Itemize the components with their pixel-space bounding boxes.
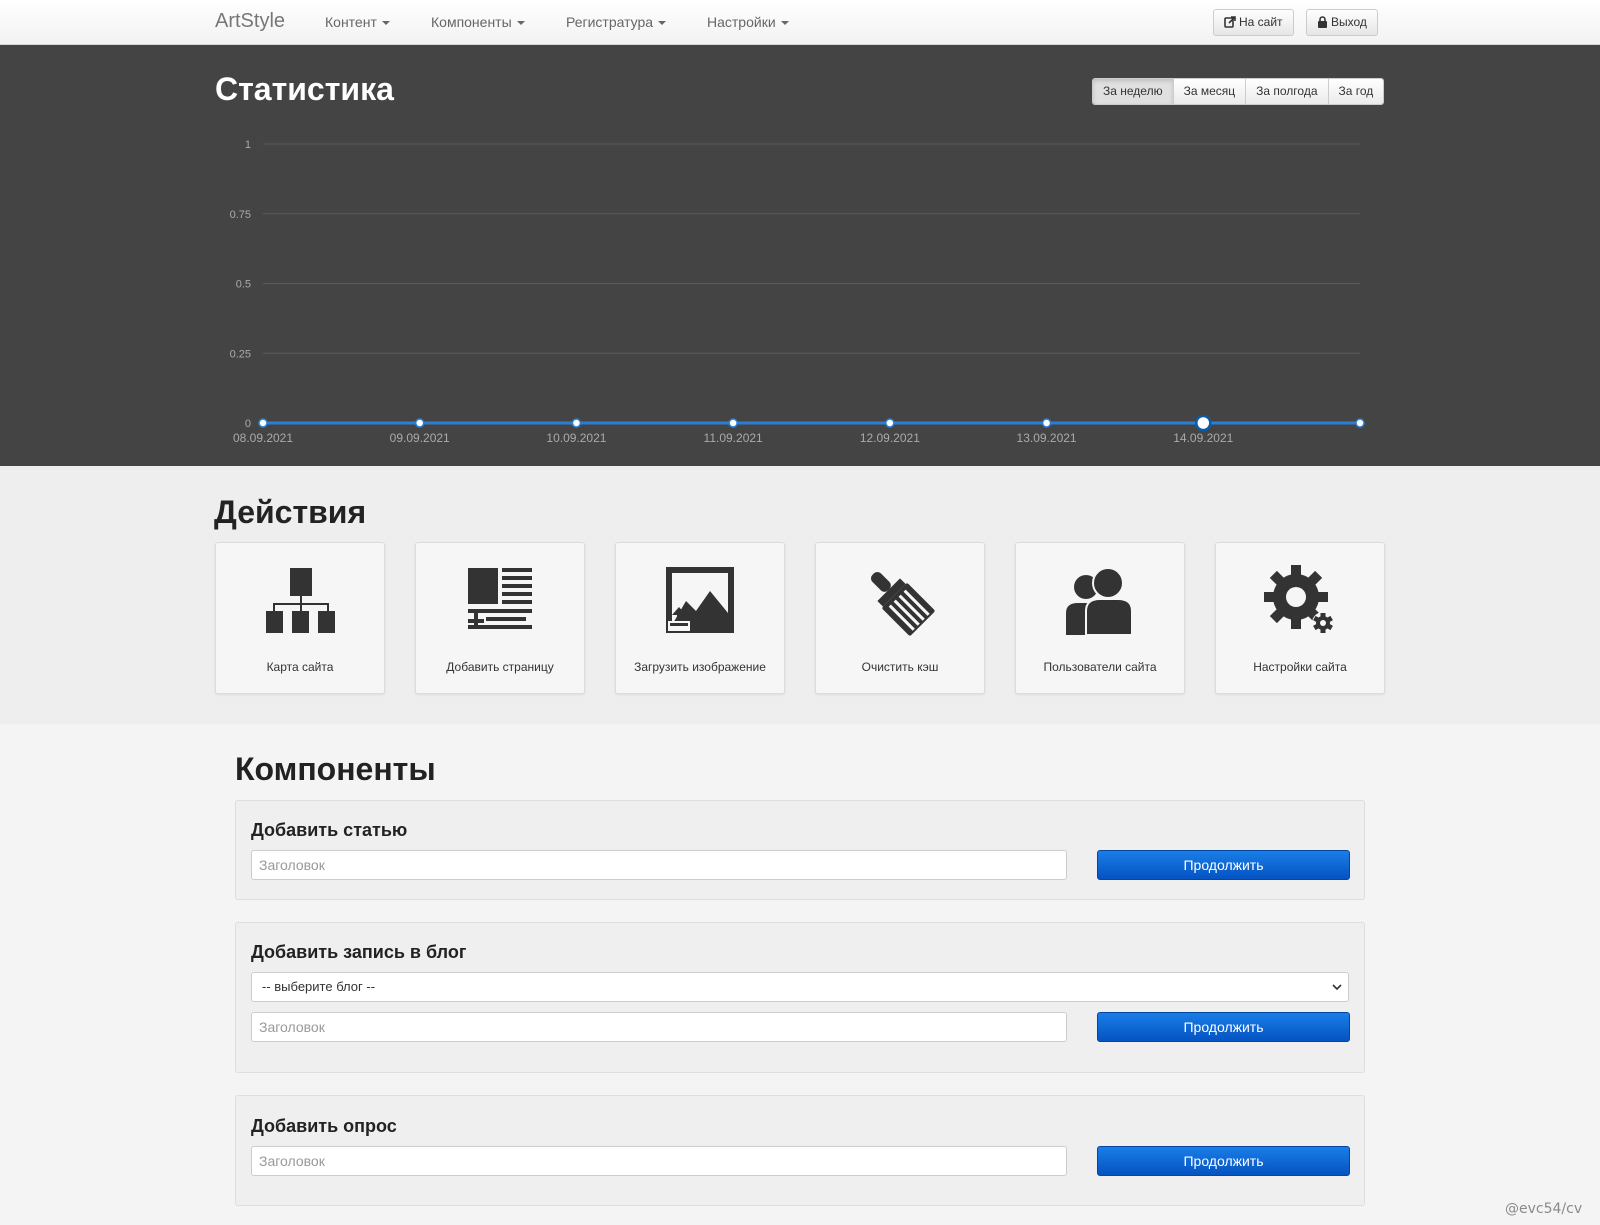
components-section: Компоненты Добавить статью Продолжить До… — [0, 724, 1600, 1225]
chart-data-point — [571, 418, 582, 428]
caret-down-icon — [780, 21, 789, 26]
action-clear-cache[interactable]: Очистить кэш — [815, 542, 985, 694]
upload-image-icon — [666, 567, 734, 633]
logout-button[interactable]: Выход — [1306, 9, 1378, 36]
chart-x-tick-label: 10.09.2021 — [546, 431, 606, 445]
poll-continue-button[interactable]: Продолжить — [1097, 1146, 1350, 1176]
chart-data-point — [258, 418, 268, 428]
chart-x-tick-label: 08.09.2021 — [233, 431, 293, 445]
menu-content-label: Контент — [325, 14, 377, 30]
chart-data-point — [414, 418, 425, 428]
users-icon — [1066, 567, 1133, 636]
actions-title: Действия — [214, 494, 367, 530]
action-site-settings-label: Настройки сайта — [1253, 660, 1347, 674]
add-poll-title: Добавить опрос — [251, 1116, 397, 1136]
caret-down-icon — [658, 21, 667, 26]
chart-y-tick-label: 0.25 — [230, 348, 251, 360]
action-sitemap-label: Карта сайта — [266, 660, 334, 674]
chart-data-point — [1041, 418, 1052, 428]
action-site-settings[interactable]: Настройки сайта — [1215, 542, 1385, 694]
add-blog-post-title: Добавить запись в блог — [251, 942, 467, 962]
action-sitemap[interactable]: Карта сайта — [215, 542, 385, 694]
action-upload-image-label: Загрузить изображение — [634, 660, 766, 674]
article-title-input[interactable] — [251, 850, 1067, 880]
chart-data-point — [1355, 418, 1365, 428]
blog-post-continue-button[interactable]: Продолжить — [1097, 1012, 1350, 1042]
gear-icon — [1264, 565, 1334, 634]
add-blog-post-panel: Добавить запись в блог -- выберите блог … — [235, 922, 1365, 1073]
action-add-page[interactable]: Добавить страницу — [415, 542, 585, 694]
lock-icon — [1318, 16, 1327, 28]
statistics-chart: 1 0.75 0.5 0.25 008.09.2021 09.09.2021 10.09.2… — [230, 139, 1365, 445]
chart-x-tick-label: 14.09.2021 — [1173, 431, 1233, 445]
add-article-panel: Добавить статью Продолжить — [235, 800, 1365, 900]
caret-down-icon — [516, 21, 525, 26]
chart-y-tick-label: 1 — [245, 139, 251, 151]
caret-down-icon — [381, 21, 390, 26]
components-title: Компоненты — [235, 751, 436, 787]
chart-x-tick-label: 13.09.2021 — [1017, 431, 1077, 445]
chevron-down-icon — [1332, 984, 1342, 991]
chart-data-point — [885, 418, 895, 428]
brush-icon — [870, 571, 935, 636]
blog-select-value: -- выберите блог -- — [262, 979, 376, 994]
menu-registry[interactable]: Регистратура — [566, 14, 667, 30]
external-link-icon — [1224, 16, 1236, 28]
go-to-site-label: На сайт — [1239, 15, 1283, 29]
action-add-page-label: Добавить страницу — [446, 660, 554, 674]
menu-content[interactable]: Контент — [325, 14, 390, 30]
menu-settings-label: Настройки — [707, 14, 776, 30]
chart-x-tick-label: 09.09.2021 — [390, 431, 450, 445]
action-users[interactable]: Пользователи сайта — [1015, 542, 1185, 694]
article-continue-button[interactable]: Продолжить — [1097, 850, 1350, 880]
go-to-site-button[interactable]: На сайт — [1213, 9, 1294, 36]
menu-components[interactable]: Компоненты — [431, 14, 525, 30]
statistics-section: Статистика За неделю За месяц За полгода… — [0, 45, 1600, 466]
chart-y-tick-label: 0.75 — [230, 209, 251, 221]
poll-title-input[interactable] — [251, 1146, 1067, 1176]
top-navbar: ArtStyle Контент Компоненты Регистратура… — [0, 0, 1600, 45]
blog-post-title-input[interactable] — [251, 1012, 1067, 1042]
chart-data-point — [728, 418, 738, 428]
sitemap-icon — [266, 568, 335, 633]
actions-section: Действия Карта сайта Добавить страницу З… — [0, 466, 1600, 724]
blog-select[interactable]: -- выберите блог -- — [251, 972, 1349, 1002]
menu-components-label: Компоненты — [431, 14, 512, 30]
chart-x-tick-label: 12.09.2021 — [860, 431, 920, 445]
menu-registry-label: Регистратура — [566, 14, 654, 30]
brand-logo[interactable]: ArtStyle — [215, 10, 285, 33]
action-users-label: Пользователи сайта — [1043, 660, 1157, 674]
watermark: @evc54/cv — [1505, 1201, 1583, 1217]
chart-data-point — [1195, 414, 1212, 432]
add-article-title: Добавить статью — [251, 820, 408, 840]
action-clear-cache-label: Очистить кэш — [861, 660, 939, 674]
chart-x-tick-label: 11.09.2021 — [704, 431, 763, 445]
menu-settings[interactable]: Настройки — [707, 14, 789, 30]
logout-label: Выход — [1331, 15, 1367, 29]
add-poll-panel: Добавить опрос Продолжить — [235, 1095, 1365, 1206]
chart-y-tick-label: 0.5 — [236, 279, 251, 291]
add-page-icon — [468, 568, 532, 629]
action-upload-image[interactable]: Загрузить изображение — [615, 542, 785, 694]
chart-y-tick-label: 0 — [245, 418, 251, 430]
